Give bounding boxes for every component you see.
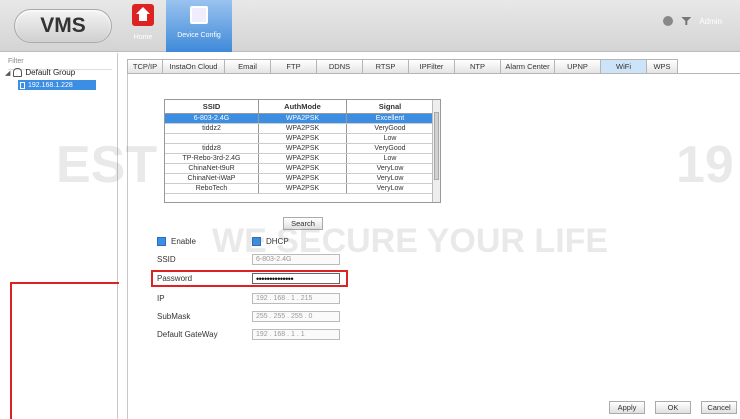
cell-signal: Low [383,155,397,162]
table-row[interactable]: ReboTech WPA2PSK VeryLow [165,184,440,194]
enable-checkbox[interactable] [157,237,166,246]
cell-ssid [165,134,259,143]
tab-alarm-center[interactable]: Alarm Center [500,59,555,73]
vms-logo: VMS [14,9,112,43]
top-header: VMS Home Device Config Admin [0,0,740,52]
tab-upnp[interactable]: UPNP [554,59,601,73]
cell-signal: Excellent [375,115,405,122]
device-config-nav-label: Device Config [177,32,221,39]
cell-authmode: WPA2PSK [259,134,347,143]
table-row[interactable]: ChinaNet-t9uR WPA2PSK VeryLow [165,164,440,174]
device-icon [20,81,25,89]
column-header-ssid[interactable]: SSID [165,100,259,113]
password-label: Password [157,274,193,283]
table-header: SSID AuthMode Signal [165,100,440,114]
header-icons: Admin [663,16,722,26]
home-icon [132,4,154,26]
cell-signal: VeryLow [376,165,404,172]
password-field[interactable]: •••••••••••••• [252,273,340,284]
tab-ddns[interactable]: DDNS [316,59,363,73]
admin-label[interactable]: Admin [699,17,722,26]
column-header-signal[interactable]: Signal [347,100,433,113]
table-scrollbar[interactable] [432,100,440,202]
ssid-table: SSID AuthMode Signal 6-803-2.4G WPA2PSK … [164,99,441,203]
cell-authmode: WPA2PSK [259,184,347,193]
tab-instaon-cloud[interactable]: InstaOn Cloud [162,59,225,73]
cell-authmode: WPA2PSK [259,174,347,183]
column-header-authmode[interactable]: AuthMode [259,100,347,113]
cell-ssid: ReboTech [165,184,259,193]
cancel-button[interactable]: Cancel [701,401,737,414]
table-row[interactable]: 6-803-2.4G WPA2PSK Excellent [165,114,440,124]
dhcp-label: DHCP [266,237,289,246]
table-row[interactable]: tiddz8 WPA2PSK VeryGood [165,144,440,154]
cell-authmode: WPA2PSK [259,114,347,123]
dhcp-checkbox[interactable] [252,237,261,246]
table-row[interactable]: tiddz2 WPA2PSK VeryGood [165,124,440,134]
annotation-line-vertical [10,282,12,419]
search-button[interactable]: Search [283,217,323,230]
tab-wifi[interactable]: WiFi [600,59,647,73]
device-config-nav-button[interactable]: Device Config [166,0,232,52]
tab-email[interactable]: Email [224,59,271,73]
submask-field[interactable]: 255 . 255 . 255 . 0 [252,311,340,322]
cell-ssid: 6-803-2.4G [165,114,259,123]
gateway-label: Default GateWay [157,330,218,339]
user-group-icon [13,68,23,77]
tab-wps[interactable]: WPS [646,59,678,73]
tree-node-default-group[interactable]: ◢ Default Group [5,68,75,77]
annotation-line-horizontal [10,282,120,284]
enable-label: Enable [171,237,196,246]
home-nav-label: Home [133,34,153,41]
collapse-icon[interactable]: ◢ [5,69,10,77]
cell-signal: Low [383,135,397,142]
cell-signal: VeryGood [374,125,406,132]
tab-tcpip[interactable]: TCP/IP [127,59,163,73]
cell-ssid: ChinaNet-iWaP [165,174,259,183]
filter-icon[interactable] [681,17,692,25]
cell-signal: VeryGood [374,145,406,152]
tab-rtsp[interactable]: RTSP [362,59,409,73]
submask-label: SubMask [157,312,191,321]
cell-ssid: TP-Rebo-3rd-2.4G [165,154,259,163]
device-config-icon [190,6,208,24]
config-tabs: TCP/IP InstaOn Cloud Email FTP DDNS RTSP… [127,59,678,73]
ssid-label: SSID [157,255,176,264]
table-row[interactable]: WPA2PSK Low [165,134,440,144]
table-row[interactable]: ChinaNet-iWaP WPA2PSK VeryLow [165,174,440,184]
status-icon[interactable] [663,16,674,26]
tree-node-device-label: 192.168.1.228 [28,81,73,89]
cell-authmode: WPA2PSK [259,124,347,133]
ip-field[interactable]: 192 . 168 . 1 . 215 [252,293,340,304]
config-content: TCP/IP InstaOn Cloud Email FTP DDNS RTSP… [119,53,740,419]
cell-ssid: tiddz8 [165,144,259,153]
ip-label: IP [157,294,165,303]
cell-signal: VeryLow [376,185,404,192]
gateway-field[interactable]: 192 . 168 . 1 . 1 [252,329,340,340]
tab-ipfilter[interactable]: IPFilter [408,59,455,73]
apply-button[interactable]: Apply [609,401,645,414]
cell-signal: VeryLow [376,175,404,182]
ssid-field[interactable]: 6-803-2.4G [252,254,340,265]
tree-node-device[interactable]: 192.168.1.228 [18,80,96,90]
scrollbar-thumb[interactable] [434,112,439,180]
tab-ftp[interactable]: FTP [270,59,317,73]
ok-button[interactable]: OK [655,401,691,414]
filter-label: Filter [8,58,24,65]
cell-authmode: WPA2PSK [259,154,347,163]
device-tree-panel: Filter ◢ Default Group 192.168.1.228 [0,53,118,419]
table-row[interactable]: TP-Rebo-3rd-2.4G WPA2PSK Low [165,154,440,164]
home-nav-button[interactable]: Home [124,2,162,50]
cell-ssid: ChinaNet-t9uR [165,164,259,173]
tab-ntp[interactable]: NTP [454,59,501,73]
cell-authmode: WPA2PSK [259,164,347,173]
cell-ssid: tiddz2 [165,124,259,133]
cell-authmode: WPA2PSK [259,144,347,153]
tree-node-label: Default Group [25,68,76,77]
